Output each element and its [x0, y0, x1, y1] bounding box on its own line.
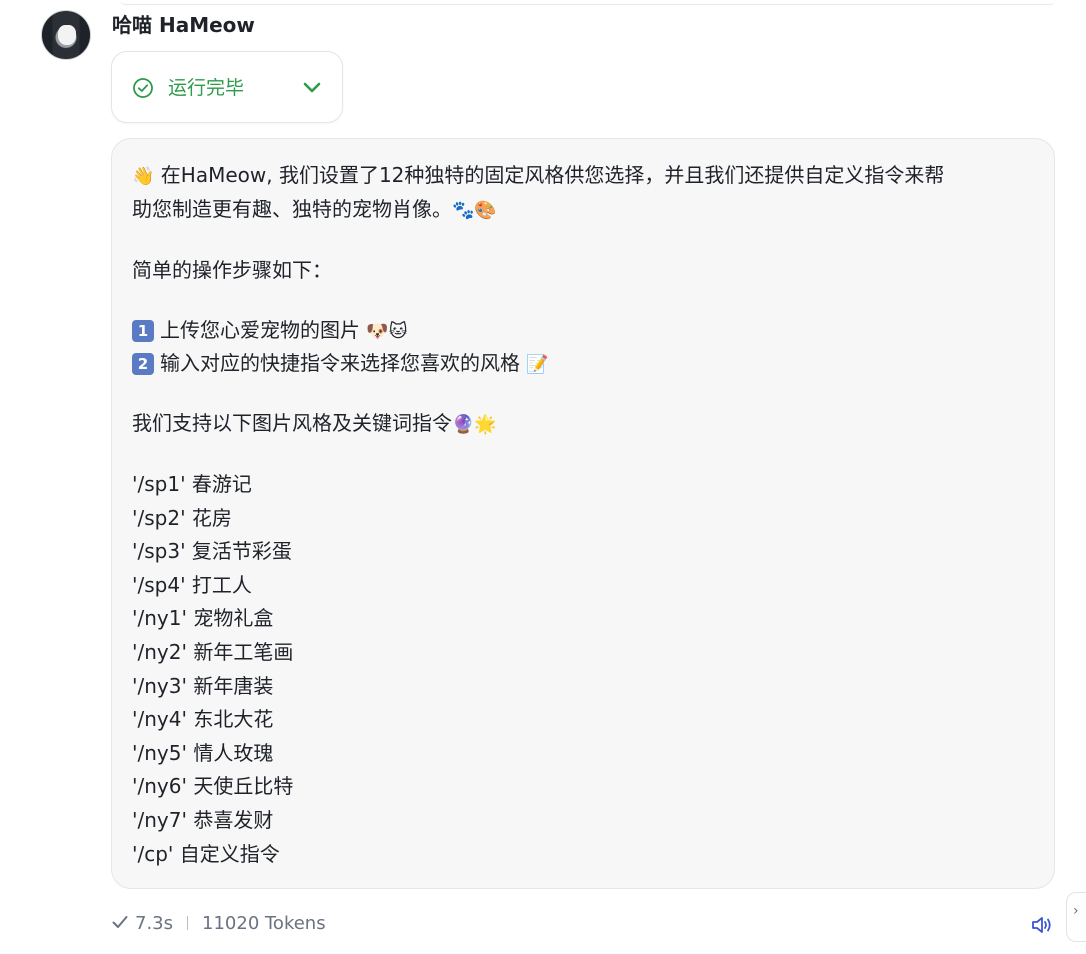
command-item: '/ny3' 新年唐装	[132, 674, 274, 698]
crystal-ball-star-emoji: 🔮🌟	[452, 414, 497, 435]
command-item: '/ny4' 东北大花	[132, 707, 274, 731]
step-badge-2: 2	[132, 353, 154, 375]
command-item: '/sp2' 花房	[132, 506, 232, 530]
run-status-label: 运行完毕	[168, 77, 245, 99]
dog-cat-emoji: 🐶🐱	[366, 321, 408, 342]
memo-emoji: 📝	[526, 354, 549, 375]
steps-title: 简单的操作步骤如下：	[132, 258, 332, 282]
intro-line-2: 助您制造更有趣、独特的宠物肖像。🐾🎨	[132, 194, 497, 226]
intro-line-1: 👋 在HaMeow, 我们设置了12种独特的固定风格供您选择，并且我们还提供自定…	[132, 160, 944, 192]
intro-text-2: 助您制造更有趣、独特的宠物肖像。	[132, 197, 452, 221]
step-1: 1 上传您心爱宠物的图片 🐶🐱	[132, 315, 408, 347]
command-item: '/cp' 自定义指令	[132, 842, 280, 866]
bot-name: 哈喵 HaMeow	[112, 13, 255, 37]
step-2: 2 输入对应的快捷指令来选择您喜欢的风格 📝	[132, 348, 549, 380]
message-meta: 7.3s 11020 Tokens	[111, 910, 326, 938]
step-text-1: 上传您心爱宠物的图片	[160, 318, 360, 342]
step-badge-1: 1	[132, 320, 154, 342]
command-item: '/ny5' 情人玫瑰	[132, 741, 274, 765]
intro-text-1: 在HaMeow, 我们设置了12种独特的固定风格供您选择，并且我们还提供自定义指…	[160, 163, 945, 187]
command-item: '/ny1' 宠物礼盒	[132, 606, 274, 630]
side-panel-toggle[interactable]: ›	[1066, 892, 1086, 942]
token-count: 11020 Tokens	[202, 913, 326, 934]
command-item: '/sp3' 复活节彩蛋	[132, 539, 292, 563]
meta-divider	[187, 916, 189, 930]
speaker-icon[interactable]	[1031, 915, 1053, 935]
command-item: '/ny2' 新年工笔画	[132, 640, 294, 664]
check-icon	[112, 916, 128, 928]
step-text-2: 输入对应的快捷指令来选择您喜欢的风格	[160, 351, 520, 375]
bot-message-bubble: 👋 在HaMeow, 我们设置了12种独特的固定风格供您选择，并且我们还提供自定…	[111, 138, 1055, 889]
command-item: '/sp1' 春游记	[132, 472, 252, 496]
command-item: '/ny6' 天使丘比特	[132, 774, 294, 798]
response-time: 7.3s	[135, 913, 174, 934]
check-circle-icon	[133, 78, 153, 98]
run-status-card[interactable]: 运行完毕	[111, 51, 343, 123]
previous-message-edge	[120, 0, 1055, 5]
waving-hand-emoji: 👋	[132, 166, 155, 187]
chevron-right-icon: ›	[1073, 903, 1079, 919]
command-item: '/ny7' 恭喜发财	[132, 808, 274, 832]
styles-title: 我们支持以下图片风格及关键词指令🔮🌟	[132, 408, 497, 440]
styles-title-text: 我们支持以下图片风格及关键词指令	[132, 411, 452, 435]
chevron-down-icon[interactable]	[301, 79, 323, 97]
paw-palette-emoji: 🐾🎨	[452, 200, 497, 221]
bot-avatar[interactable]	[41, 10, 91, 60]
command-item: '/sp4' 打工人	[132, 573, 252, 597]
